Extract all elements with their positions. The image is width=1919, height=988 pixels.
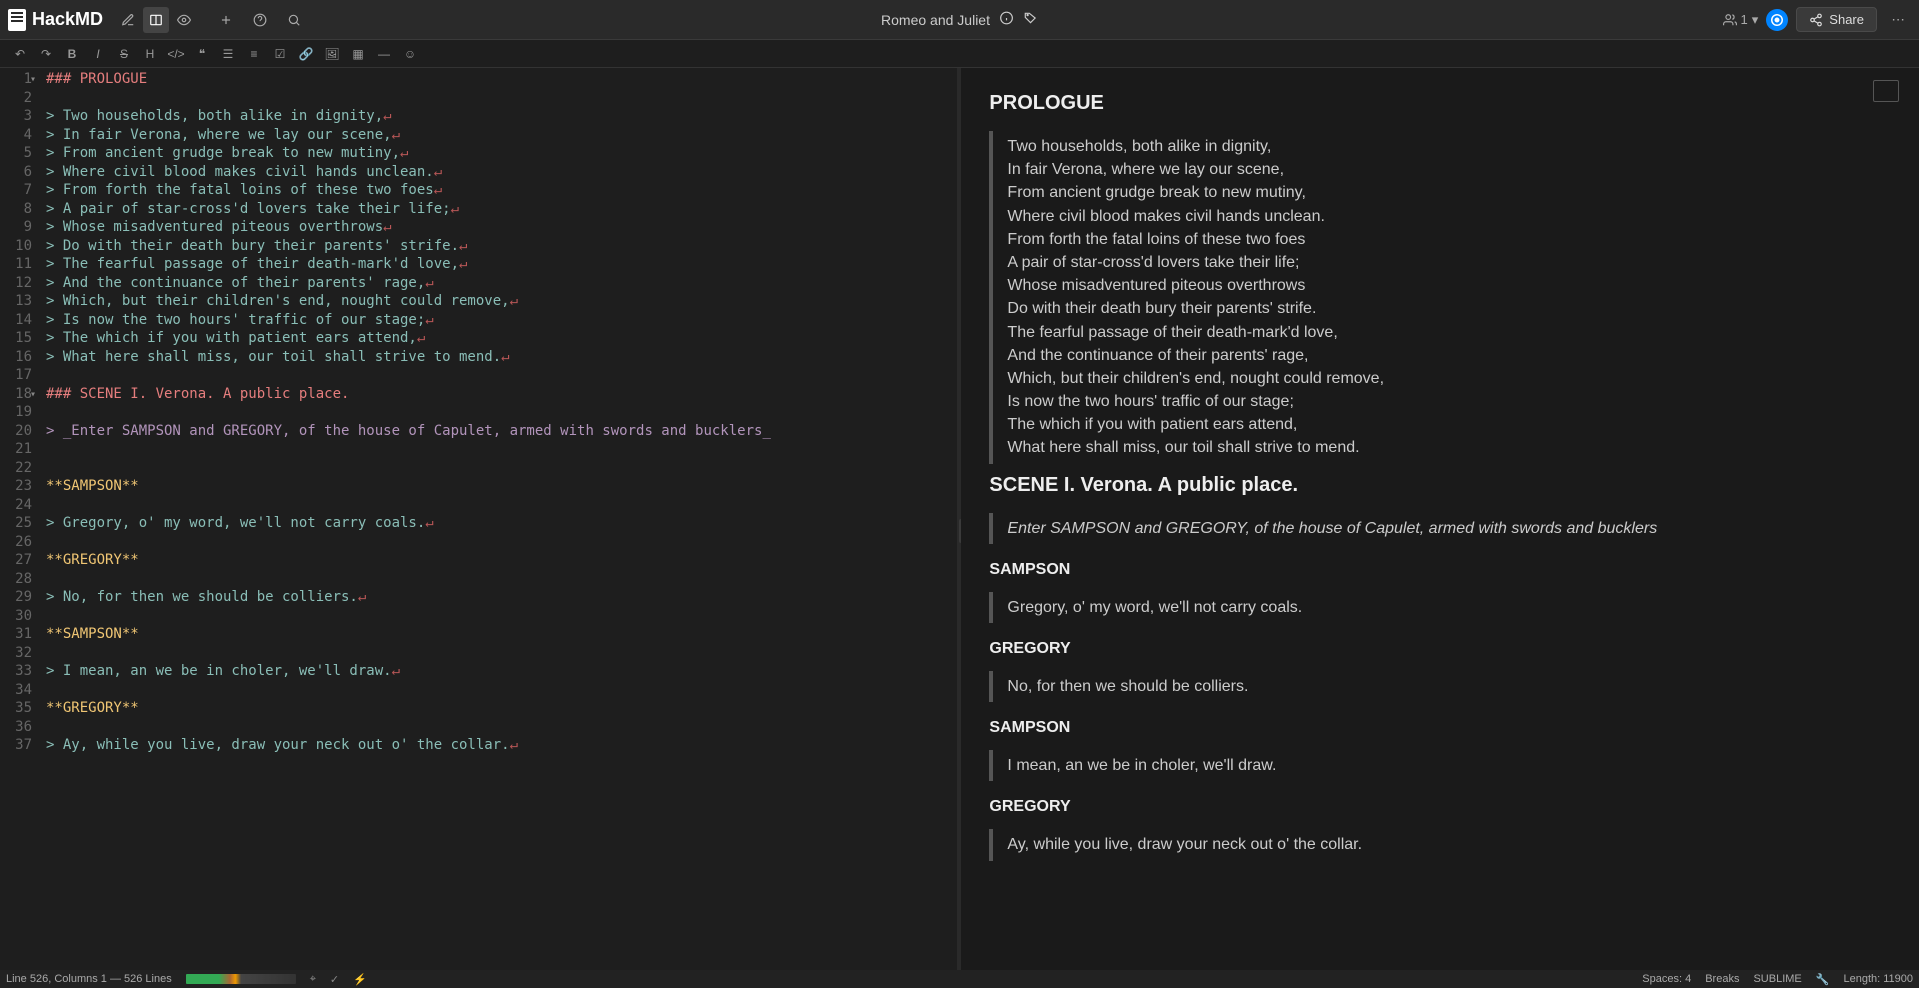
status-bar: Line 526, Columns 1 — 526 Lines ⌖ ✓ ⚡ Sp… [0, 970, 1919, 988]
app-logo[interactable]: HackMD [8, 9, 103, 31]
preview-blockquote: Gregory, o' my word, we'll not carry coa… [989, 592, 1891, 623]
online-users[interactable]: 1 ▾ [1723, 12, 1759, 28]
checklist-button[interactable]: ☑ [268, 43, 292, 65]
lightning-icon[interactable]: ⚡ [353, 973, 367, 986]
hackmd-icon [8, 9, 26, 31]
hr-button[interactable]: — [372, 43, 396, 65]
right-controls: 1 ▾ Share ⋯ [1723, 7, 1911, 33]
tag-icon[interactable] [1024, 11, 1038, 28]
fold-icon[interactable]: ▾ [30, 71, 36, 90]
new-note-button[interactable] [213, 7, 239, 33]
format-toolbar: ↶ ↷ B I S H </> ❝ ☰ ≡ ☑ 🔗 🖼 ▦ — ☺ [0, 40, 1919, 68]
help-button[interactable] [247, 7, 273, 33]
code-area[interactable]: ### PROLOGUE > Two households, both alik… [38, 68, 957, 970]
preview-blockquote: Enter SAMPSON and GREGORY, of the house … [989, 513, 1891, 544]
length-info: Length: 11900 [1843, 973, 1913, 985]
online-count: 1 [1741, 12, 1748, 27]
code-button[interactable]: </> [164, 43, 188, 65]
redo-button[interactable]: ↷ [34, 43, 58, 65]
character-name: GREGORY [989, 637, 1891, 661]
breaks-setting[interactable]: Breaks [1705, 973, 1739, 985]
quote-button[interactable]: ❝ [190, 43, 214, 65]
chevron-down-icon: ▾ [1752, 12, 1759, 28]
share-label: Share [1829, 12, 1864, 27]
preview-heading-prologue: PROLOGUE [989, 92, 1891, 115]
user-avatar[interactable] [1766, 9, 1788, 31]
more-options-button[interactable]: ⋯ [1885, 7, 1911, 33]
indent-setting[interactable]: Spaces: 4 [1642, 973, 1691, 985]
character-name: GREGORY [989, 795, 1891, 819]
ol-button[interactable]: ≡ [242, 43, 266, 65]
preview-blockquote: Two households, both alike in dignity,In… [989, 131, 1891, 464]
preview-blockquote: No, for then we should be colliers. [989, 671, 1891, 702]
check-icon[interactable]: ✓ [330, 973, 339, 986]
preview-pane: PROLOGUE Two households, both alike in d… [961, 68, 1919, 970]
ul-button[interactable]: ☰ [216, 43, 240, 65]
preview-blockquote: Ay, while you live, draw your neck out o… [989, 829, 1891, 860]
character-name: SAMPSON [989, 558, 1891, 582]
strike-button[interactable]: S [112, 43, 136, 65]
workspace: ▾ ▾ 123456789101112131415161718192021222… [0, 68, 1919, 970]
fold-icon[interactable]: ▾ [30, 386, 36, 405]
doc-title-area: Romeo and Juliet [881, 11, 1038, 28]
wrench-icon[interactable]: 🔧 [1816, 973, 1830, 986]
doc-title: Romeo and Juliet [881, 12, 990, 28]
view-mode-button[interactable] [171, 7, 197, 33]
link-button[interactable]: 🔗 [294, 43, 318, 65]
minimap[interactable] [186, 974, 296, 984]
view-mode-group [115, 7, 197, 33]
target-icon[interactable]: ⌖ [310, 973, 316, 986]
undo-button[interactable]: ↶ [8, 43, 32, 65]
preview-heading-scene: SCENE I. Verona. A public place. [989, 474, 1891, 497]
bold-button[interactable]: B [60, 43, 84, 65]
image-button[interactable]: 🖼 [320, 43, 344, 65]
table-button[interactable]: ▦ [346, 43, 370, 65]
top-bar: HackMD Romeo and Juliet 1 ▾ Share ⋯ [0, 0, 1919, 40]
split-mode-button[interactable] [143, 7, 169, 33]
character-name: SAMPSON [989, 716, 1891, 740]
app-name: HackMD [32, 9, 103, 30]
edit-mode-button[interactable] [115, 7, 141, 33]
toc-toggle[interactable] [1873, 80, 1899, 102]
preview-blockquote: I mean, an we be in choler, we'll draw. [989, 750, 1891, 781]
info-icon[interactable] [1000, 11, 1014, 28]
italic-button[interactable]: I [86, 43, 110, 65]
keymap-setting[interactable]: SUBLIME [1753, 973, 1801, 985]
editor-pane[interactable]: ▾ ▾ 123456789101112131415161718192021222… [0, 68, 957, 970]
cursor-position[interactable]: Line 526, Columns 1 — 526 Lines [6, 973, 172, 985]
share-button[interactable]: Share [1796, 7, 1877, 32]
stage-direction: Enter SAMPSON and GREGORY, of the house … [1007, 520, 1657, 537]
search-button[interactable] [281, 7, 307, 33]
line-gutter: 1234567891011121314151617181920212223242… [0, 68, 38, 970]
emoji-button[interactable]: ☺ [398, 43, 422, 65]
heading-button[interactable]: H [138, 43, 162, 65]
